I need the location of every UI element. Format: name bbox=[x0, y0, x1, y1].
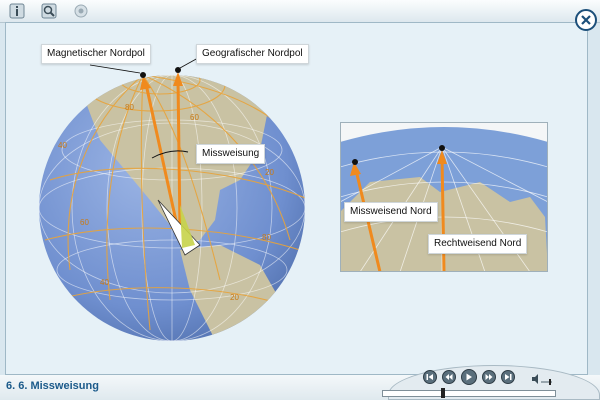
top-toolbar bbox=[0, 0, 600, 23]
section-title: 6. 6. Missweisung bbox=[6, 380, 99, 392]
volume-control[interactable] bbox=[531, 372, 553, 390]
label-geographic-pole: Geografischer Nordpol bbox=[196, 44, 309, 64]
contour-label: 40 bbox=[100, 278, 109, 287]
contour-label: 20 bbox=[230, 293, 239, 302]
label-declination: Missweisung bbox=[196, 144, 266, 164]
contour-label: 60 bbox=[80, 218, 89, 227]
close-button[interactable] bbox=[575, 9, 597, 31]
play-button[interactable] bbox=[461, 369, 477, 385]
magnifier-icon bbox=[41, 3, 57, 19]
true-north-arrow bbox=[176, 79, 182, 231]
contour-label: 80 bbox=[262, 233, 271, 242]
search-button[interactable] bbox=[40, 2, 58, 20]
info-icon bbox=[9, 3, 25, 19]
skip-back-icon bbox=[426, 374, 433, 380]
skip-forward-button[interactable] bbox=[501, 370, 515, 384]
close-icon bbox=[581, 15, 591, 25]
label-magnetic-north: Missweisend Nord bbox=[344, 202, 438, 222]
contour-label: 20 bbox=[265, 168, 274, 177]
contour-label: 60 bbox=[190, 113, 199, 122]
magnetic-pole-marker bbox=[140, 72, 146, 78]
info-button[interactable] bbox=[8, 2, 26, 20]
progress-handle[interactable] bbox=[441, 388, 445, 398]
skip-forward-icon bbox=[505, 374, 512, 380]
settings-button[interactable] bbox=[72, 2, 90, 20]
label-magnetic-pole: Magnetischer Nordpol bbox=[41, 44, 151, 64]
progress-track[interactable] bbox=[382, 390, 556, 397]
play-icon bbox=[466, 373, 472, 381]
fast-forward-icon bbox=[485, 374, 493, 380]
rewind-button[interactable] bbox=[442, 370, 456, 384]
fast-forward-button[interactable] bbox=[482, 370, 496, 384]
speaker-icon bbox=[532, 374, 552, 385]
contour-label: 80 bbox=[125, 103, 134, 112]
rewind-icon bbox=[445, 374, 453, 380]
settings-icon bbox=[74, 4, 88, 18]
label-true-north: Rechtweisend Nord bbox=[428, 234, 528, 254]
globe-illustration: 40 60 20 80 40 20 80 60 bbox=[39, 57, 305, 341]
contour-label: 40 bbox=[58, 141, 67, 150]
inset-true-arrow bbox=[440, 156, 446, 272]
skip-back-button[interactable] bbox=[423, 370, 437, 384]
